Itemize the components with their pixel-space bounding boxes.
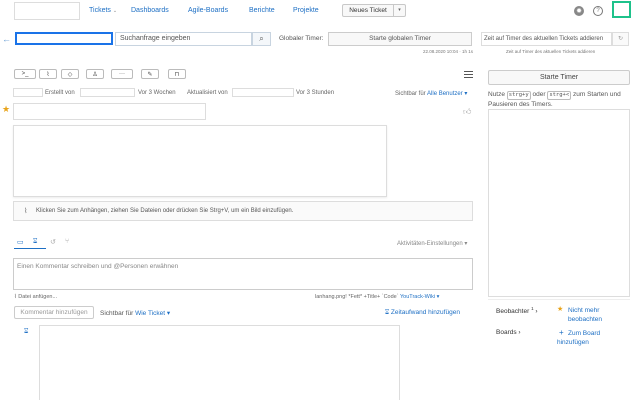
custom-fields-panel[interactable]	[488, 109, 630, 297]
assign-button[interactable]: ♙	[86, 69, 104, 79]
delete-button[interactable]: ⊓	[168, 69, 186, 79]
nav-tickets[interactable]: Tickets ⌄	[89, 7, 117, 14]
tag-icon: ◇	[67, 71, 73, 78]
hourglass-icon: ⌛︎	[24, 328, 29, 335]
visibility-prefix: Sichtbar für	[395, 91, 426, 97]
nav-dashboards[interactable]: Dashboards	[131, 7, 169, 14]
add-time-button[interactable]: ↻	[612, 32, 629, 46]
chevron-right-icon: ›	[518, 329, 521, 336]
comment-visibility-selector[interactable]: Sichtbar für Wie Ticket ▾	[100, 309, 170, 317]
divider	[488, 299, 630, 300]
logo-placeholder[interactable]	[14, 2, 80, 20]
start-timer-button[interactable]: Starte Timer	[488, 70, 630, 85]
comments-tab-icon[interactable]: ▭	[17, 238, 24, 246]
timer-date: 22.08.2020 10:04 · 1h 1s	[423, 49, 474, 54]
timer-info: Nutze strg+y oder strg+< zum Starten und…	[488, 90, 630, 109]
nav-reports[interactable]: Berichte	[249, 7, 275, 14]
visibility-value: Alle Benutzer	[427, 91, 463, 97]
boards-toggle[interactable]: Boards ›	[496, 329, 521, 336]
trash-icon: ⊓	[174, 71, 180, 78]
paperclip-icon: ⌇	[46, 71, 50, 78]
activity-settings[interactable]: Aktivitäten-Einstellungen ▾	[397, 240, 467, 247]
attach-file-label: Datei anfügen...	[18, 294, 58, 300]
updater-placeholder[interactable]	[232, 88, 294, 97]
comment-visibility-prefix: Sichtbar für	[100, 310, 134, 317]
new-ticket-button[interactable]: Neues Ticket ▾	[342, 4, 406, 17]
hourglass-icon: ⌛︎	[385, 309, 390, 316]
add-work-item-link[interactable]: ⌛︎ Zeitaufwand hinzufügen	[385, 309, 460, 317]
search-input[interactable]: Suchanfrage eingeben	[115, 32, 252, 46]
updated-by-label: Aktualisiert von	[187, 90, 228, 96]
markup-hint: lanhang.png! *Fett* +Title+ `Code` YouTr…	[315, 294, 439, 300]
description-field[interactable]	[13, 125, 387, 197]
shortcut-key-1: strg+y	[506, 91, 531, 100]
add-time-input[interactable]: Zeit auf Timer des aktuellen Tickets add…	[481, 32, 612, 46]
activity-settings-label: Aktivitäten-Einstellungen	[397, 241, 463, 247]
chevron-down-icon: ▾	[464, 91, 468, 97]
star-icon: ★	[557, 306, 564, 313]
new-ticket-label: Neues Ticket	[349, 7, 387, 14]
paperclip-icon: ⌇	[14, 294, 17, 300]
updated-ago: Vor 3 Stunden	[296, 90, 335, 96]
visibility-selector[interactable]: Sichtbar für Alle Benutzer ▾	[395, 90, 467, 97]
nav-agile-boards[interactable]: Agile-Boards	[188, 7, 228, 14]
gear-icon[interactable]: ✹	[574, 6, 584, 16]
timer-info-use: Nutze	[488, 91, 505, 98]
nav-projects[interactable]: Projekte	[293, 7, 319, 14]
chevron-down-icon[interactable]: ▾	[393, 4, 405, 17]
add-comment-button[interactable]: Kommentar hinzufügen	[14, 306, 94, 319]
tag-button[interactable]: ◇	[61, 69, 79, 79]
attachment-hint: Klicken Sie zum Anhängen, ziehen Sie Dat…	[36, 208, 294, 214]
chevron-down-icon: ▾	[166, 310, 171, 317]
comment-input[interactable]: Einen Kommentar schreiben und @Personen …	[13, 258, 473, 290]
start-global-timer-button[interactable]: Starte globalen Timer	[328, 32, 472, 46]
history-tab-icon[interactable]: ↺	[50, 238, 56, 246]
back-arrow-icon[interactable]: ←	[2, 34, 11, 44]
summary-field[interactable]	[13, 103, 206, 120]
paperclip-icon: ⌇	[24, 208, 28, 215]
attach-file-link[interactable]: ⌇ Datei anfügen...	[14, 294, 57, 300]
nav-tickets-label: Tickets	[89, 7, 111, 14]
timer-hint: Zeit auf Timer des aktuellen Tickets add…	[506, 49, 596, 54]
command-button[interactable]: >_	[14, 69, 36, 79]
hourglass-tab-icon[interactable]: ⌛︎	[33, 238, 37, 246]
chevron-right-icon: ›	[535, 308, 538, 316]
attach-button[interactable]: ⌇	[39, 69, 57, 79]
global-timer-label: Globaler Timer:	[279, 35, 324, 42]
unwatch-link[interactable]: Nicht mehr beobachten	[568, 306, 628, 324]
creator-placeholder[interactable]	[80, 88, 135, 97]
chevron-down-icon: ⌄	[112, 8, 118, 14]
vcs-tab-icon[interactable]: ⑂	[65, 238, 69, 245]
query-context-box[interactable]	[15, 32, 113, 45]
chevron-down-icon[interactable]: ▾	[437, 294, 440, 300]
thumbs-up-icon[interactable]: 👍︎	[463, 107, 471, 117]
add-work-label: Zeitaufwand hinzufügen	[390, 309, 460, 316]
markup-examples: lanhang.png! *Fett* +Title+ `Code`	[315, 294, 399, 300]
user-icon: ♙	[92, 71, 98, 78]
shortcut-key-2: strg+<	[547, 91, 572, 100]
menu-icon[interactable]	[464, 71, 473, 78]
boards-label: Boards	[496, 329, 517, 336]
pencil-icon: ✎	[147, 71, 153, 78]
watchers-count: 1	[531, 306, 534, 311]
work-item-panel[interactable]	[39, 325, 400, 400]
chevron-down-icon: ▾	[464, 241, 468, 247]
project-id-placeholder	[13, 88, 43, 97]
help-icon[interactable]: ?	[593, 6, 603, 16]
edit-button[interactable]: ✎	[141, 69, 159, 79]
star-icon[interactable]: ★	[2, 104, 10, 115]
watchers-toggle[interactable]: Beobachter 1 ›	[496, 306, 538, 315]
watchers-label: Beobachter	[496, 308, 530, 316]
add-to-board-link[interactable]: Zum Board hinzufügen	[557, 329, 623, 347]
search-icon: ⌕	[259, 34, 264, 43]
search-button[interactable]: ⌕	[252, 32, 271, 46]
timer-info-or: oder	[532, 91, 546, 98]
active-tab-indicator	[14, 248, 46, 249]
created-by-label: Erstellt von	[45, 90, 75, 96]
created-ago: Vor 3 Wochen	[138, 90, 176, 96]
wiki-link[interactable]: YouTrack-Wiki	[400, 294, 435, 300]
avatar[interactable]	[612, 1, 631, 18]
more-button[interactable]: ···	[111, 69, 133, 79]
comment-visibility-value: Wie Ticket	[135, 310, 166, 317]
